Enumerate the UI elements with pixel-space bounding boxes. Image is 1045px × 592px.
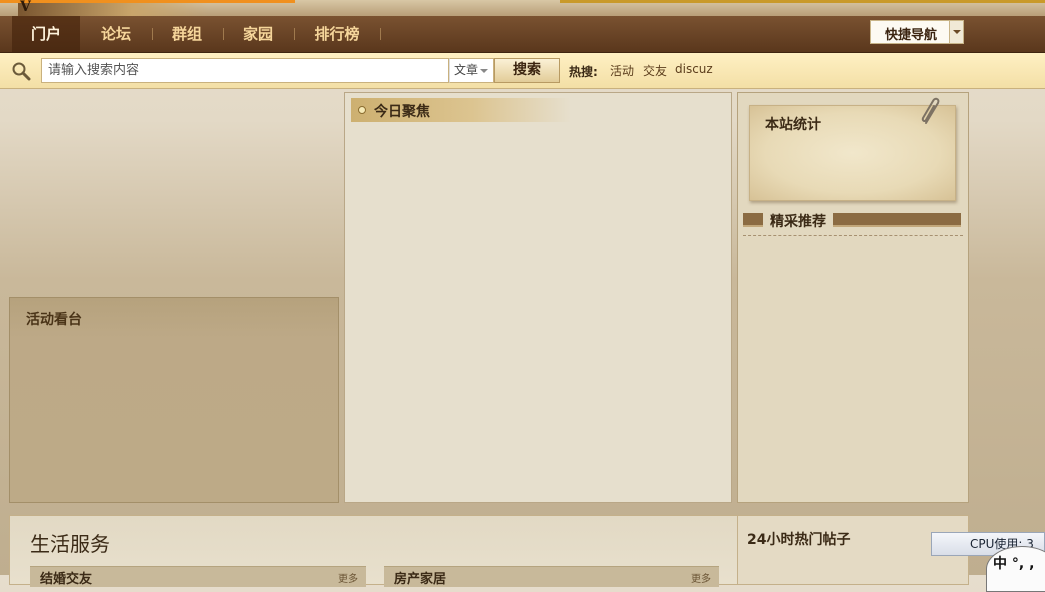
nav-item-groups[interactable]: 群组	[158, 16, 216, 52]
ime-mode-label: 中 °, ,	[993, 556, 1035, 572]
search-button[interactable]: 搜索	[494, 58, 560, 83]
nav-divider	[294, 28, 295, 40]
service-category: 房产家居 更多	[384, 566, 719, 587]
today-focus-header: 今日聚焦	[351, 98, 571, 122]
main-nav: 门户 论坛 群组 家园 排行榜 快捷导航	[0, 16, 1045, 53]
nav-divider	[152, 28, 153, 40]
activity-panel-title: 活动看台	[26, 312, 82, 328]
nav-item-ranking[interactable]: 排行榜	[300, 16, 374, 52]
hot-search-link[interactable]: discuz	[675, 62, 713, 76]
search-icon	[12, 62, 31, 81]
right-column: 本站统计 精采推荐	[737, 92, 969, 503]
nav-divider	[223, 28, 224, 40]
today-focus-title: 今日聚焦	[374, 104, 430, 120]
service-category-label: 房产家居	[394, 572, 447, 587]
nav-divider	[380, 28, 381, 40]
divider	[743, 235, 963, 236]
quick-nav-button[interactable]: 快捷导航	[870, 20, 964, 44]
more-link[interactable]: 更多	[338, 570, 358, 585]
paperclip-icon	[921, 97, 940, 124]
header-bar-right	[833, 213, 961, 227]
recommend-title: 精采推荐	[770, 214, 826, 230]
ime-status-widget[interactable]: 中 °, ,	[986, 546, 1045, 592]
nav-item-forum[interactable]: 论坛	[87, 16, 145, 52]
site-stats-title: 本站统计	[765, 117, 821, 133]
top-strip: V	[0, 0, 1045, 16]
hot-search-link[interactable]: 交友	[643, 62, 667, 79]
chevron-down-icon[interactable]	[949, 21, 963, 43]
bullet-icon	[358, 106, 366, 114]
site-logo[interactable]: V	[18, 0, 208, 16]
more-link[interactable]: 更多	[691, 570, 711, 585]
search-type-select[interactable]: 文章	[449, 58, 494, 83]
recommend-header: 精采推荐	[743, 211, 963, 230]
service-category: 结婚交友 更多	[30, 566, 366, 587]
nav-item-portal[interactable]: 门户	[12, 16, 80, 52]
search-input[interactable]	[41, 58, 449, 83]
search-type-value: 文章	[454, 63, 479, 77]
search-bar: 文章 搜索 热搜: 活动 交友 discuz	[0, 53, 1045, 89]
service-category-label: 结婚交友	[40, 572, 93, 587]
life-services-title: 生活服务	[30, 532, 110, 556]
hot-search-label: 热搜:	[569, 65, 598, 79]
quick-nav-label: 快捷导航	[885, 28, 938, 43]
activity-panel: 活动看台	[9, 297, 339, 503]
top-accent-right	[560, 0, 1045, 3]
hot-search-link[interactable]: 活动	[610, 62, 634, 79]
header-bar-left	[743, 213, 763, 227]
today-focus-panel: 今日聚焦	[344, 92, 732, 503]
chevron-down-icon	[480, 69, 488, 73]
nav-item-home[interactable]: 家园	[229, 16, 287, 52]
hot-posts-title: 24小时热门帖子	[747, 532, 851, 548]
